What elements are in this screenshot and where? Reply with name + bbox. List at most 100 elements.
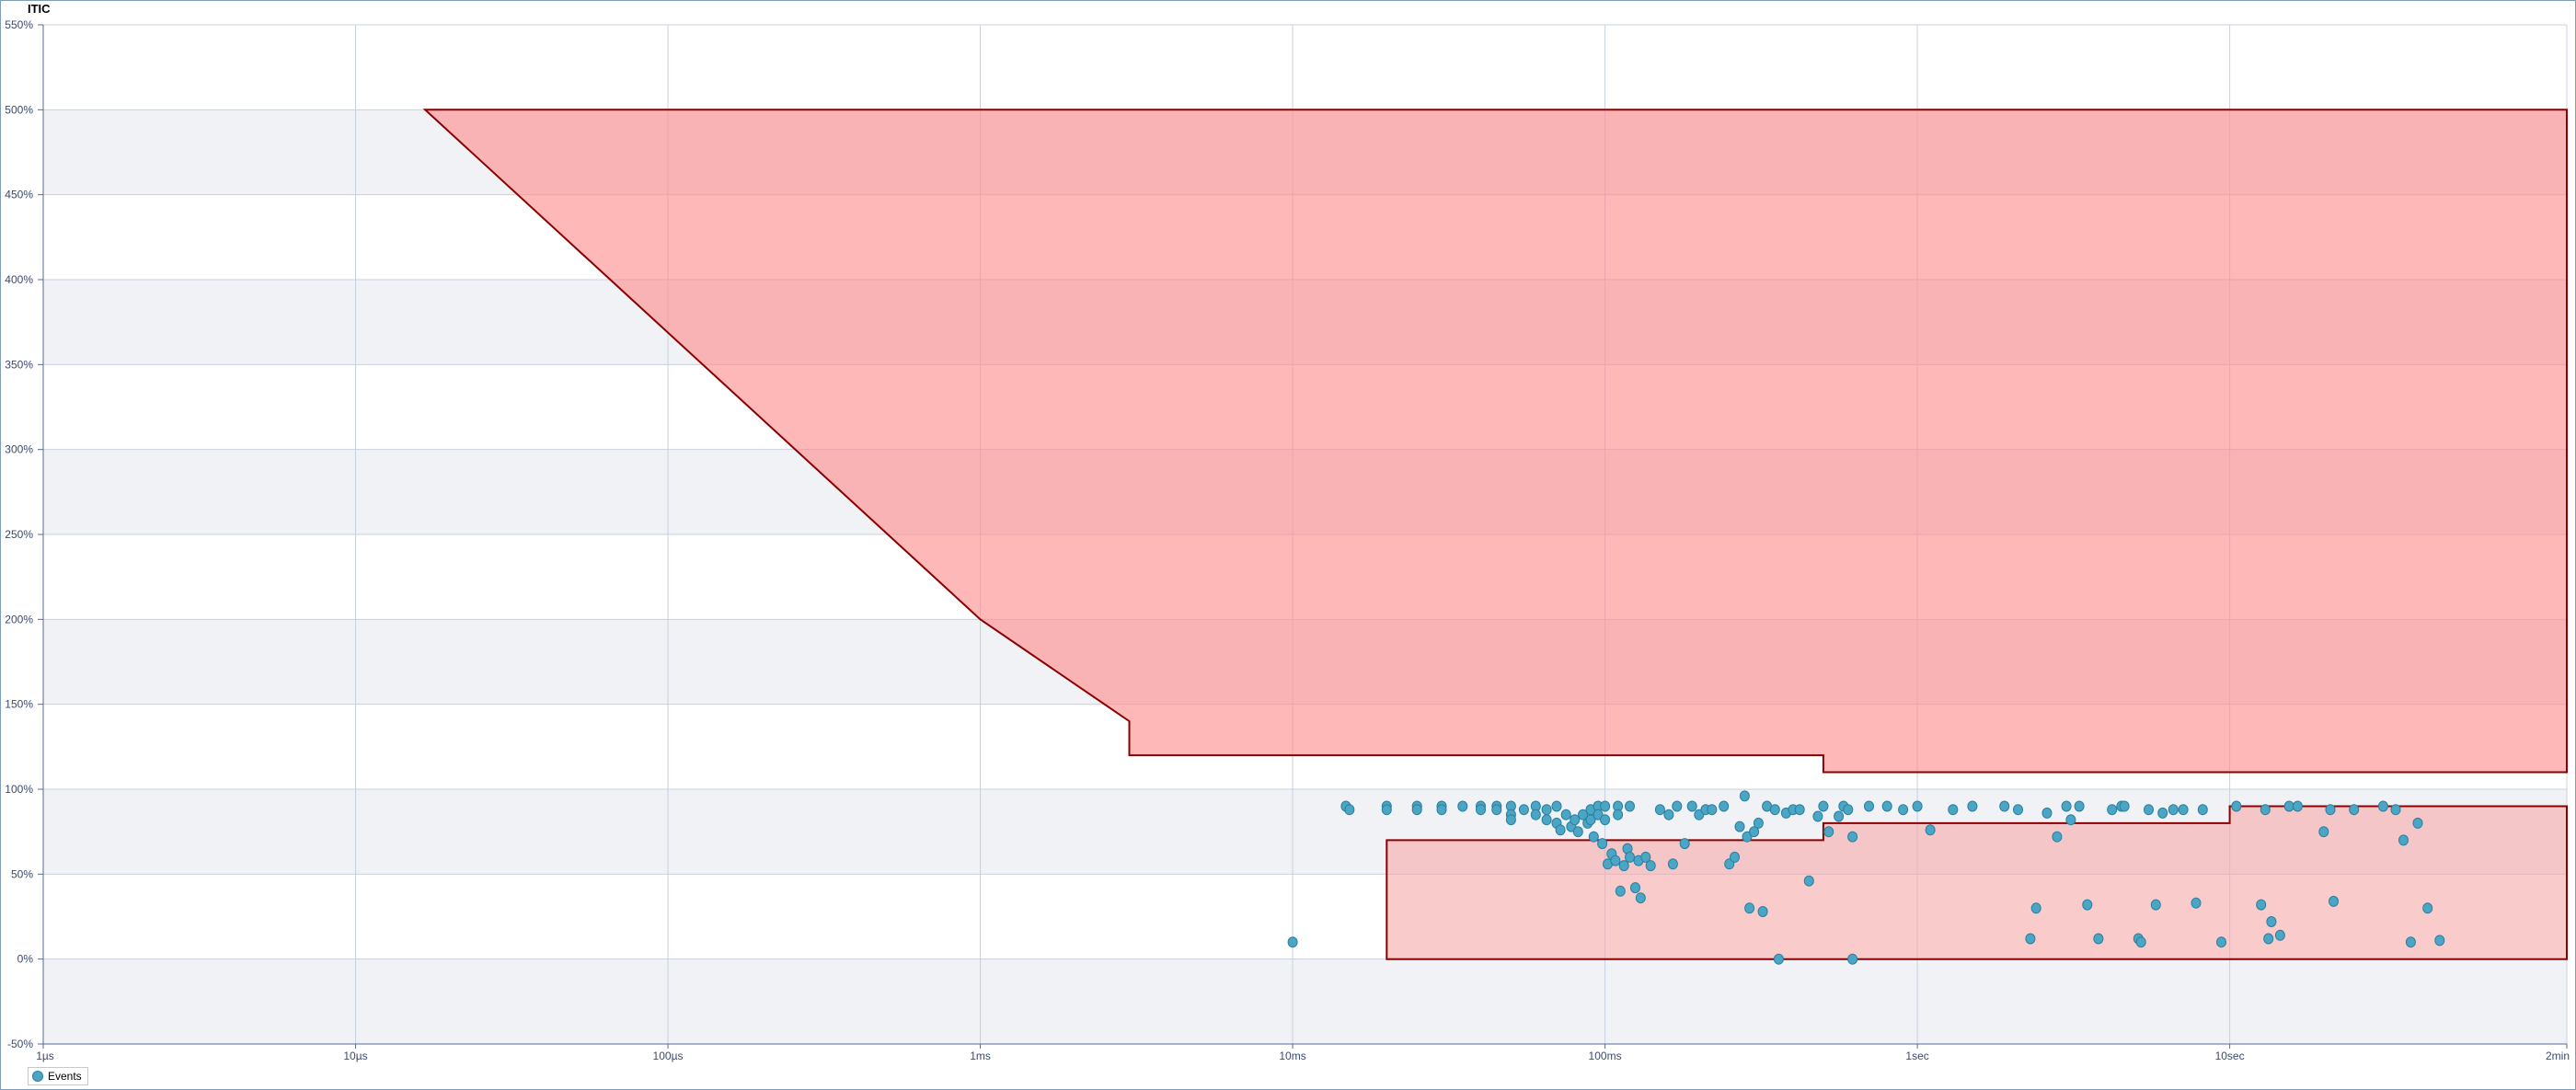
event-point: [2093, 933, 2104, 945]
event-point: [1730, 851, 1740, 863]
event-point: [1560, 809, 1571, 820]
event-point: [1912, 800, 1923, 812]
x-tick-label: 1ms: [970, 1050, 991, 1062]
x-tick-label: 10sec: [2215, 1050, 2245, 1062]
event-point: [1625, 851, 1635, 863]
event-point: [1834, 810, 1845, 822]
y-tick-label: 200%: [5, 613, 33, 625]
event-point: [2349, 804, 2360, 816]
event-point: [1654, 804, 1665, 816]
event-point: [1757, 906, 1768, 917]
event-point: [2256, 899, 2267, 911]
event-point: [1707, 804, 1718, 816]
event-point: [2390, 804, 2401, 816]
event-point: [1610, 855, 1621, 866]
event-point: [1635, 892, 1646, 904]
event-point: [1803, 875, 1814, 887]
event-point: [2412, 817, 2423, 829]
event-point: [2292, 800, 2303, 812]
event-point: [1864, 800, 1874, 812]
event-point: [1457, 800, 1468, 812]
event-point: [1948, 804, 1959, 816]
event-point: [2216, 936, 2226, 948]
event-point: [2266, 916, 2277, 927]
event-point: [1843, 804, 1854, 816]
event-point: [1541, 804, 1552, 816]
y-tick-label: 350%: [5, 358, 33, 371]
event-point: [1630, 882, 1640, 894]
y-tick-label: -50%: [7, 1038, 33, 1050]
x-tick-label: 100ms: [1589, 1050, 1622, 1062]
event-point: [2061, 800, 2072, 812]
event-point: [2178, 804, 2189, 816]
event-point: [1505, 814, 1516, 826]
itic-chart: -50% 0% 50% 100% 150% 200% 250% 300% 350% 400% 450…: [5, 18, 2570, 1062]
event-point: [1823, 826, 1834, 838]
event-point: [1518, 804, 1529, 816]
event-point: [1625, 800, 1635, 812]
event-point: [2013, 804, 2023, 816]
event-point: [2082, 899, 2093, 911]
y-axis-ticks: -50% 0% 50% 100% 150% 200% 250% 300% 350% 400% 450…: [5, 18, 43, 1050]
event-point: [2052, 831, 2063, 843]
event-point: [1491, 804, 1502, 816]
event-point: [2074, 800, 2085, 812]
event-point: [2030, 902, 2041, 914]
event-point: [1588, 831, 1599, 843]
event-point: [1663, 809, 1674, 820]
legend-events-label: Events: [48, 1070, 82, 1083]
event-point: [2263, 933, 2274, 945]
y-tick-label: 100%: [5, 783, 33, 796]
event-point: [1847, 831, 1858, 843]
event-point: [2231, 800, 2242, 812]
event-point: [1679, 838, 1690, 850]
event-point: [1812, 810, 1823, 822]
event-point: [1734, 820, 1745, 832]
event-point: [1555, 824, 1566, 836]
x-tick-label: 2min: [2546, 1050, 2570, 1062]
event-point: [1898, 804, 1909, 816]
event-point: [1773, 953, 1784, 965]
event-point: [1572, 826, 1583, 838]
event-point: [1541, 814, 1552, 826]
legend-events-marker: [32, 1071, 43, 1082]
event-point: [1613, 809, 1624, 820]
event-point: [1739, 790, 1750, 802]
event-point: [1719, 800, 1730, 812]
event-point: [1672, 800, 1683, 812]
event-point: [1411, 804, 1422, 816]
event-point: [2274, 929, 2285, 941]
event-point: [2107, 804, 2118, 816]
event-point: [2260, 804, 2271, 816]
y-tick-label: 550%: [5, 18, 33, 31]
event-point: [2119, 800, 2130, 812]
x-tick-label: 1µs: [36, 1050, 54, 1062]
event-point: [1344, 804, 1355, 816]
event-point: [1744, 902, 1755, 914]
event-point: [2144, 804, 2154, 816]
event-point: [1597, 838, 1608, 850]
x-tick-label: 10ms: [1279, 1050, 1305, 1062]
event-point: [1551, 800, 1562, 812]
event-point: [1645, 860, 1656, 872]
event-point: [1287, 936, 1298, 948]
x-tick-label: 1sec: [1905, 1050, 1928, 1062]
event-point: [1618, 860, 1629, 872]
x-tick-label: 10µs: [343, 1050, 367, 1062]
event-point: [2422, 902, 2433, 914]
event-point: [2283, 800, 2294, 812]
event-point: [1686, 800, 1697, 812]
event-point: [1818, 800, 1829, 812]
legend[interactable]: Events: [28, 1067, 88, 1085]
event-point: [2168, 804, 2179, 816]
event-point: [1530, 809, 1541, 820]
y-tick-label: 400%: [5, 273, 33, 286]
y-tick-label: 450%: [5, 189, 33, 201]
event-point: [1600, 814, 1611, 826]
event-point: [1794, 804, 1805, 816]
event-point: [1753, 817, 1764, 829]
y-tick-label: 0%: [17, 953, 34, 966]
event-point: [2377, 800, 2388, 812]
event-point: [2434, 935, 2445, 947]
y-tick-label: 300%: [5, 443, 33, 456]
